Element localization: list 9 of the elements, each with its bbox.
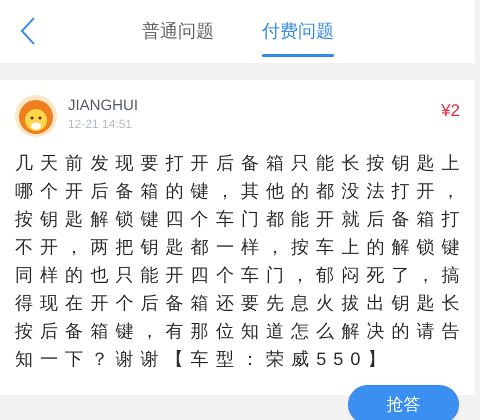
tab[interactable]: 付费问题	[262, 0, 334, 63]
lion-avatar-icon	[15, 95, 57, 137]
back-icon[interactable]	[19, 16, 36, 46]
user-name: JIANGHUI	[68, 96, 138, 116]
answer-button[interactable]: 抢答	[348, 385, 459, 420]
post-time: 12-21 14:51	[68, 116, 134, 132]
question-text: 几天前发现要打开后备箱只能长按钥匙上哪个开后备箱的键，其他的都没法打开，按钥匙解锁键四个车门都能开就后备箱打不开，两把钥匙都一样，按车上的解锁键同样的也只能开四个车门，郁闷死了，搞得现在开个后备箱还要先息火拔出钥匙长按后备箱键，有那位知道怎么解决的请告知一下？谢谢【车型：荣威550】	[15, 152, 467, 371]
reward-amount: ¥2	[441, 100, 460, 122]
tab[interactable]: 普通问题	[142, 0, 214, 63]
